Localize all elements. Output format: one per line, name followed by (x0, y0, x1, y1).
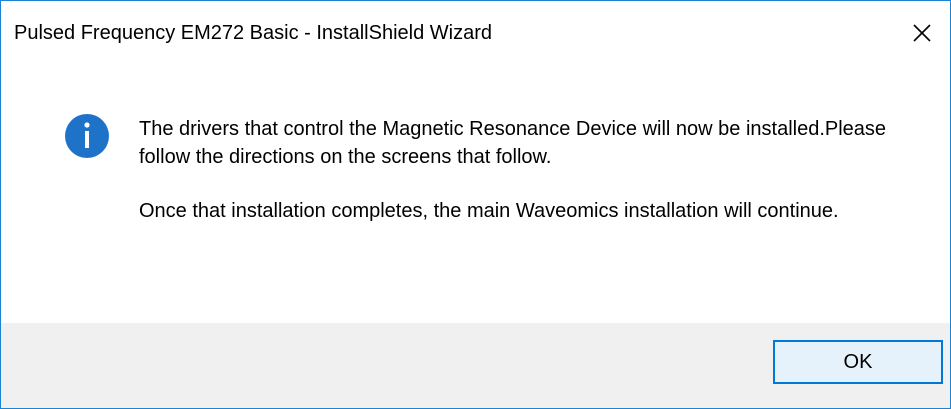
message-text: The drivers that control the Magnetic Re… (139, 115, 919, 251)
installshield-dialog: Pulsed Frequency EM272 Basic - InstallSh… (0, 0, 951, 409)
dialog-body: The drivers that control the Magnetic Re… (1, 67, 950, 323)
message-paragraph-2: Once that installation completes, the ma… (139, 200, 839, 222)
window-title: Pulsed Frequency EM272 Basic - InstallSh… (14, 22, 492, 44)
title-bar: Pulsed Frequency EM272 Basic - InstallSh… (1, 1, 950, 67)
button-bar: OK (1, 323, 950, 408)
ok-button[interactable]: OK (773, 340, 943, 384)
message-paragraph-1: The drivers that control the Magnetic Re… (139, 118, 887, 168)
close-button[interactable] (894, 1, 950, 65)
close-icon (913, 24, 931, 42)
info-icon (65, 114, 109, 158)
